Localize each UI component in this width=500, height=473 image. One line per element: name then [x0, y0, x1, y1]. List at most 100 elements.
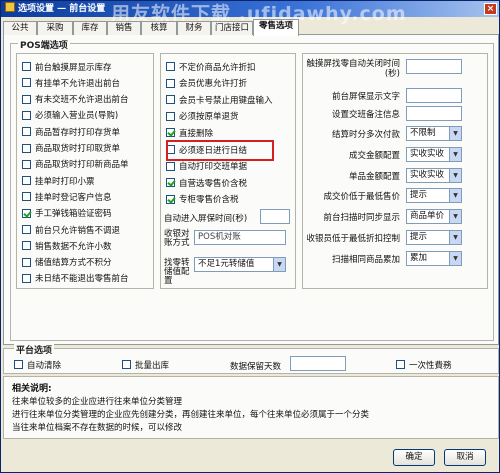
- checkbox-icon: [22, 225, 31, 234]
- ok-button[interactable]: 确定: [393, 449, 435, 466]
- chevron-down-icon: ▼: [449, 231, 461, 244]
- right-option-value: 提示: [410, 190, 428, 200]
- checkbox-icon: [122, 360, 131, 369]
- left-checkbox[interactable]: 挂单时登记客户信息: [22, 191, 112, 203]
- one-time-label: 一次性費務: [409, 360, 452, 371]
- highlight-box: [166, 140, 274, 161]
- help-line: 当往来单位档案不存在数据的时候，可以修改: [12, 423, 183, 433]
- checkbox-icon: [166, 62, 175, 71]
- left-label: 储值结算方式不积分: [35, 258, 112, 269]
- right-option-label: 收银员低于最低折扣控制: [306, 234, 400, 244]
- left-checkbox[interactable]: 储值结算方式不积分: [22, 257, 112, 268]
- middle-checkbox[interactable]: 会员优惠允许打折: [166, 78, 247, 89]
- middle-label: 专柜零售价含税: [179, 195, 239, 206]
- middle-checkbox[interactable]: 自动打印交班单据: [166, 161, 247, 172]
- help-line: 往来单位较多的企业应进行往来单位分类管理: [12, 397, 183, 407]
- checkbox-icon: [166, 128, 175, 138]
- right-option-select[interactable]: 不限制 ▼: [406, 126, 462, 141]
- middle-label: 直接删除: [179, 128, 214, 139]
- change-to-stored-select[interactable]: 不足1元转储值 ▼: [194, 257, 286, 272]
- right-option-value: 不限制: [410, 128, 436, 138]
- left-checkbox[interactable]: 未日结不能退出零售前台: [22, 273, 129, 284]
- tab-4[interactable]: 核算: [141, 21, 177, 35]
- checkbox-icon: [166, 194, 175, 204]
- checkbox-icon: [22, 208, 31, 218]
- batch-out-checkbox[interactable]: 批量出库: [122, 359, 169, 371]
- middle-label: 不定价商品允许折扣: [179, 62, 256, 73]
- checkbox-icon: [22, 176, 31, 186]
- days-input[interactable]: [290, 356, 346, 371]
- cancel-button[interactable]: 取消: [444, 449, 486, 466]
- left-label: 有挂单不允许退出前台: [35, 78, 121, 89]
- right-option-label: 设置交班备注信息: [331, 110, 400, 120]
- right-option-value: 提示: [410, 232, 428, 242]
- tab-0[interactable]: 公共: [3, 21, 37, 35]
- one-time-checkbox[interactable]: 一次性費務: [396, 359, 452, 371]
- chevron-down-icon: ▼: [449, 210, 461, 223]
- checkbox-icon: [22, 62, 31, 71]
- middle-checkbox[interactable]: 直接删除: [166, 127, 214, 139]
- help-title: 相关说明:: [12, 384, 52, 394]
- tab-3[interactable]: 销售: [107, 21, 141, 35]
- middle-label: 会员优惠允许打折: [179, 79, 248, 90]
- left-checkbox[interactable]: 必须输入营业员(导购): [22, 110, 118, 121]
- left-checkbox[interactable]: 商品取货时打印新商品单: [22, 159, 129, 170]
- left-checkbox[interactable]: 挂单时打印小票: [22, 175, 95, 187]
- right-option-input[interactable]: [406, 59, 462, 74]
- tab-6[interactable]: 门店接口: [211, 21, 253, 35]
- chevron-down-icon: ▼: [273, 258, 285, 271]
- right-option-select[interactable]: 提示 ▼: [406, 230, 462, 245]
- right-option-select[interactable]: 实收实收 ▼: [406, 168, 462, 183]
- middle-checkbox[interactable]: 会员卡号禁止用键盘输入: [166, 94, 273, 106]
- right-option-select[interactable]: 实收实收 ▼: [406, 147, 462, 162]
- settle-mode-field[interactable]: POS机对账: [194, 230, 286, 245]
- left-checkbox[interactable]: 前台只允许销售不调退: [22, 224, 120, 236]
- left-checkbox[interactable]: 商品暂存时打印存货单: [22, 126, 121, 138]
- right-option-label: 前台屏保显示文字: [331, 92, 400, 102]
- tab-7[interactable]: 零售选项: [253, 19, 299, 36]
- checkbox-icon: [22, 94, 31, 104]
- chevron-down-icon: ▼: [449, 252, 461, 265]
- left-checkbox[interactable]: 有未交班不允许退出前台: [22, 94, 129, 105]
- right-option-label: 前台扫描时同步显示: [323, 213, 400, 223]
- right-option-label: 扫描相同商品累加: [331, 255, 400, 265]
- left-checkbox[interactable]: 手工弹钱箱验证密码: [22, 208, 112, 219]
- left-checkbox[interactable]: 销售数据不允许小数: [22, 240, 112, 252]
- right-option-select[interactable]: 累加 ▼: [406, 251, 462, 266]
- right-option-label: 单品金额配置: [348, 172, 400, 182]
- right-option-value: 商品单价: [410, 211, 445, 221]
- right-option-input[interactable]: [406, 106, 462, 121]
- checkbox-icon: [396, 360, 405, 369]
- checkbox-icon: [166, 78, 175, 88]
- tab-2[interactable]: 库存: [73, 21, 107, 35]
- auto-lock-label: 自动进入屏保时间(秒): [164, 214, 248, 224]
- options-dialog: 选项设置 — 前台设置 用友软件下载 .ufidawhy.com × 公共 采购库…: [0, 0, 500, 473]
- right-option-value: 累加: [410, 253, 428, 263]
- tab-5[interactable]: 财务: [177, 21, 211, 35]
- right-option-label: 成交金额配置: [348, 151, 400, 161]
- checkbox-icon: [22, 78, 31, 88]
- checkbox-icon: [166, 178, 175, 188]
- settle-mode-label: 收银对账方式: [164, 229, 190, 248]
- checkbox-icon: [22, 127, 31, 137]
- days-label: 数据保留天数: [230, 362, 282, 372]
- auto-clear-checkbox[interactable]: 自动清除: [14, 359, 61, 371]
- left-checkbox[interactable]: 有挂单不允许退出前台: [22, 77, 121, 89]
- middle-checkbox[interactable]: 不定价商品允许折扣: [166, 61, 256, 73]
- right-option-select[interactable]: 商品单价 ▼: [406, 209, 462, 224]
- platform-options-group: 平台选项 自动清除 批量出库 数据保留天数 一次性費務: [3, 343, 499, 374]
- checkbox-icon: [22, 273, 31, 283]
- tab-1[interactable]: 采购: [37, 21, 73, 35]
- right-option-label: 成交价低于最低售价: [323, 192, 400, 202]
- left-checkbox[interactable]: 前台触摸屏显示库存: [22, 61, 112, 73]
- middle-checkbox[interactable]: 自营选零售价含税: [166, 177, 247, 189]
- middle-checkbox[interactable]: 专柜零售价含税: [166, 194, 239, 205]
- left-label: 商品暂存时打印存货单: [35, 127, 121, 138]
- right-option-input[interactable]: [406, 88, 462, 103]
- close-button[interactable]: ×: [484, 3, 497, 15]
- right-option-select[interactable]: 提示 ▼: [406, 188, 462, 203]
- left-checkbox[interactable]: 商品取货时打印取货单: [22, 143, 120, 154]
- middle-checkbox[interactable]: 必须按原单退货: [166, 111, 239, 122]
- checkbox-icon: [14, 360, 23, 369]
- auto-lock-input[interactable]: [260, 209, 290, 224]
